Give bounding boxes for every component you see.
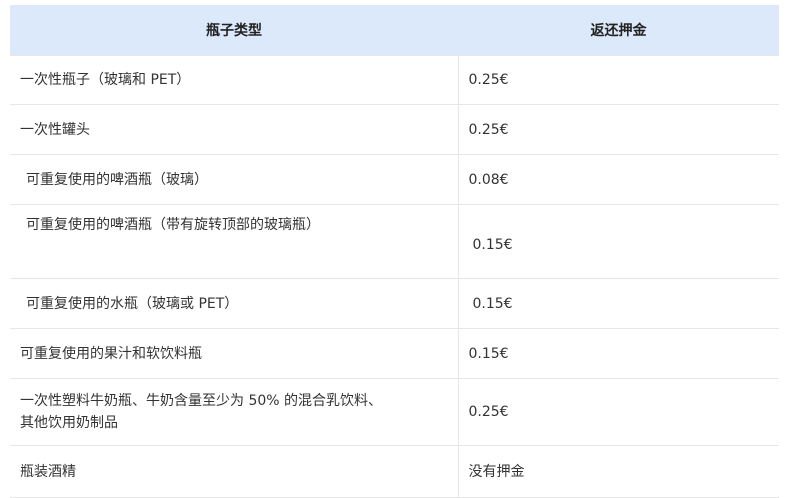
refund-cell: 0.25€ [457,55,779,105]
bottle-type-cell: 可重复使用的果汁和软饮料瓶 [10,328,458,379]
table-row: 可重复使用的果汁和软饮料瓶 0.15€ [10,328,779,379]
bottle-type-cell: 一次性塑料牛奶瓶、牛奶含量至少为 50% 的混合乳饮料、 其他饮用奶制品 [10,378,458,446]
bottle-type-line: 一次性塑料牛奶瓶、牛奶含量至少为 50% 的混合乳饮料、 [20,393,383,409]
table-row: 瓶装酒精 没有押金 [10,445,779,498]
column-header-refund: 返还押金 [458,5,779,56]
table-header-row: 瓶子类型 返还押金 [10,5,779,56]
table-row: 可重复使用的水瓶（玻璃或 PET） 0.15€ [10,278,779,329]
refund-cell: 0.25€ [457,378,779,446]
refund-cell: 0.08€ [457,154,779,205]
table-row: 一次性罐头 0.25€ [10,104,779,155]
table-row: 可重复使用的啤酒瓶（带有旋转顶部的玻璃瓶） 0.15€ [10,204,779,279]
refund-cell: 0.25€ [457,104,779,155]
table-row: 一次性瓶子（玻璃和 PET） 0.25€ [10,55,779,105]
bottle-type-cell: 可重复使用的啤酒瓶（玻璃） [10,154,458,205]
bottle-type-cell: 一次性罐头 [10,104,458,155]
deposit-table: 瓶子类型 返还押金 一次性瓶子（玻璃和 PET） 0.25€ 一次性罐头 0.2… [10,5,779,498]
table-row: 一次性塑料牛奶瓶、牛奶含量至少为 50% 的混合乳饮料、 其他饮用奶制品 0.2… [10,378,779,446]
refund-cell: 0.15€ [457,204,779,279]
bottle-type-cell: 可重复使用的啤酒瓶（带有旋转顶部的玻璃瓶） [10,204,458,279]
refund-cell: 0.15€ [457,278,779,329]
bottle-type-cell: 一次性瓶子（玻璃和 PET） [10,55,458,105]
column-header-bottle-type: 瓶子类型 [10,5,458,56]
bottle-type-cell: 瓶装酒精 [10,445,458,498]
bottle-type-cell: 可重复使用的水瓶（玻璃或 PET） [10,278,458,329]
refund-cell: 0.15€ [457,328,779,379]
bottle-type-line: 其他饮用奶制品 [20,415,118,431]
table-row: 可重复使用的啤酒瓶（玻璃） 0.08€ [10,154,779,205]
refund-cell: 没有押金 [457,445,779,498]
